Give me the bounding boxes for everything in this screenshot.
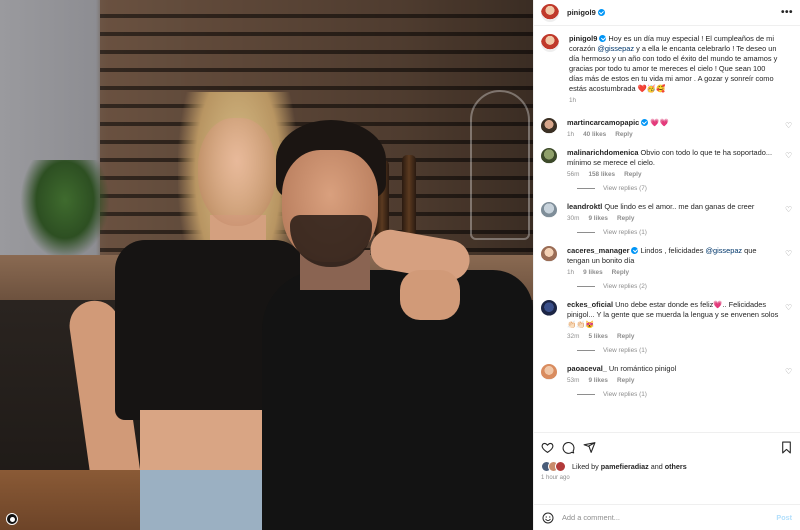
comment-username[interactable]: caceres_manager (567, 246, 629, 255)
view-replies-button[interactable]: View replies (1) (577, 347, 793, 354)
tagged-user-icon[interactable] (6, 513, 18, 525)
like-heart-icon[interactable] (541, 441, 554, 454)
liked-by-avatars[interactable] (541, 461, 566, 472)
woman-face (198, 118, 276, 226)
more-options-icon[interactable]: ••• (781, 7, 793, 18)
like-comment-heart-icon[interactable]: ♡ (785, 250, 793, 258)
author-avatar[interactable] (541, 3, 559, 22)
like-comment-heart-icon[interactable]: ♡ (785, 368, 793, 376)
reply-button[interactable]: Reply (615, 131, 632, 138)
post-viewer: pinigol9 ••• pinigol9 Hoy es un día muy … (0, 0, 800, 530)
post-photo[interactable] (0, 0, 533, 530)
reply-button[interactable]: Reply (617, 377, 634, 384)
comment-item: leandroktl Que lindo es el amor.. me dan… (541, 202, 793, 222)
commenter-avatar[interactable] (541, 246, 557, 262)
bottle (402, 155, 416, 235)
caption-text: pinigol9 Hoy es un día muy especial ! El… (569, 34, 778, 93)
comment-likes[interactable]: 158 likes (588, 171, 615, 178)
comment-likes[interactable]: 9 likes (588, 377, 608, 384)
comment-time: 30m (567, 215, 580, 222)
comment-time: 1h (567, 269, 575, 276)
commenter-avatar[interactable] (541, 118, 557, 134)
add-comment-bar: Post (534, 504, 800, 530)
man-sweater (262, 270, 533, 530)
commenter-avatar[interactable] (541, 300, 557, 316)
plant (20, 160, 110, 260)
comment-item: malinarichdomenica Obvio con todo lo que… (541, 148, 793, 178)
post-comment-button[interactable]: Post (776, 513, 792, 522)
comment-time: 32m (567, 333, 580, 340)
table (0, 470, 140, 530)
reply-button[interactable]: Reply (624, 171, 641, 178)
liked-by-user[interactable]: pamefieradiaz (601, 462, 649, 471)
post-actions: Liked by pamefieradiaz and others 1 hour… (534, 432, 800, 504)
like-comment-heart-icon[interactable]: ♡ (785, 206, 793, 214)
comment-username[interactable]: eckes_oficial (567, 300, 613, 309)
commenter-avatar[interactable] (541, 364, 557, 380)
verified-badge-icon (599, 35, 607, 42)
save-bookmark-icon[interactable] (780, 441, 793, 454)
post-caption: pinigol9 Hoy es un día muy especial ! El… (541, 34, 793, 104)
comment-username[interactable]: paoaceval_ (567, 364, 607, 373)
reply-button[interactable]: Reply (612, 269, 629, 276)
comment-icon[interactable] (562, 441, 575, 454)
post-sidebar: pinigol9 ••• pinigol9 Hoy es un día muy … (533, 0, 800, 530)
comment-time: 1h (567, 131, 575, 138)
caption-time: 1h (569, 97, 577, 104)
commenter-avatar[interactable] (541, 148, 557, 164)
view-replies-button[interactable]: View replies (1) (577, 391, 793, 398)
verified-badge-icon (631, 247, 639, 254)
like-comment-heart-icon[interactable]: ♡ (785, 304, 793, 312)
comment-item: paoaceval_ Un romántico pinigol 53m 9 li… (541, 364, 793, 384)
comment-time: 56m (567, 171, 580, 178)
like-comment-heart-icon[interactable]: ♡ (785, 152, 793, 160)
post-header: pinigol9 ••• (534, 0, 800, 26)
caption-username[interactable]: pinigol9 (569, 34, 597, 43)
emoji-icon[interactable] (542, 512, 554, 524)
author-avatar[interactable] (541, 34, 559, 52)
comment-likes[interactable]: 40 likes (583, 131, 606, 138)
like-comment-heart-icon[interactable]: ♡ (785, 122, 793, 130)
wall-sign (470, 90, 530, 240)
add-comment-input[interactable] (562, 513, 777, 522)
author-username[interactable]: pinigol9 (567, 8, 605, 17)
comment-likes[interactable]: 9 likes (583, 269, 603, 276)
comment-username[interactable]: martincarcamopapic (567, 118, 639, 127)
post-time-ago[interactable]: 1 hour ago (541, 475, 793, 481)
comment-item: martincarcamopapic 💗💗 1h 40 likes Reply … (541, 118, 793, 138)
commenter-avatar[interactable] (541, 202, 557, 218)
comment-text: Un romántico pinigol (608, 364, 677, 373)
comment-likes[interactable]: 5 likes (588, 333, 608, 340)
view-replies-button[interactable]: View replies (2) (577, 283, 793, 290)
comment-likes[interactable]: 9 likes (588, 215, 608, 222)
comment-item: caceres_manager Lindos , felicidades @gi… (541, 246, 793, 276)
comment-item: eckes_oficial Uno debe estar donde es fe… (541, 300, 793, 340)
share-icon[interactable] (583, 441, 596, 454)
liked-by: Liked by pamefieradiaz and others (541, 461, 793, 472)
reply-button[interactable]: Reply (617, 333, 634, 340)
woman-hand (400, 270, 460, 320)
comment-mention[interactable]: @gissepaz (705, 246, 742, 255)
comment-username[interactable]: leandroktl (567, 202, 602, 211)
caption-mention[interactable]: @gissepaz (597, 44, 634, 53)
comment-username[interactable]: malinarichdomenica (567, 148, 638, 157)
comment-text: Que lindo es el amor.. me dan ganas de c… (604, 202, 755, 211)
comment-text: 💗💗 (650, 118, 669, 127)
liked-by-others[interactable]: others (665, 462, 687, 471)
verified-badge-icon (597, 9, 605, 16)
view-replies-button[interactable]: View replies (7) (577, 185, 793, 192)
view-replies-button[interactable]: View replies (1) (577, 229, 793, 236)
verified-badge-icon (641, 119, 649, 126)
comments-list[interactable]: pinigol9 Hoy es un día muy especial ! El… (534, 26, 800, 432)
reply-button[interactable]: Reply (617, 215, 634, 222)
comment-time: 53m (567, 377, 580, 384)
